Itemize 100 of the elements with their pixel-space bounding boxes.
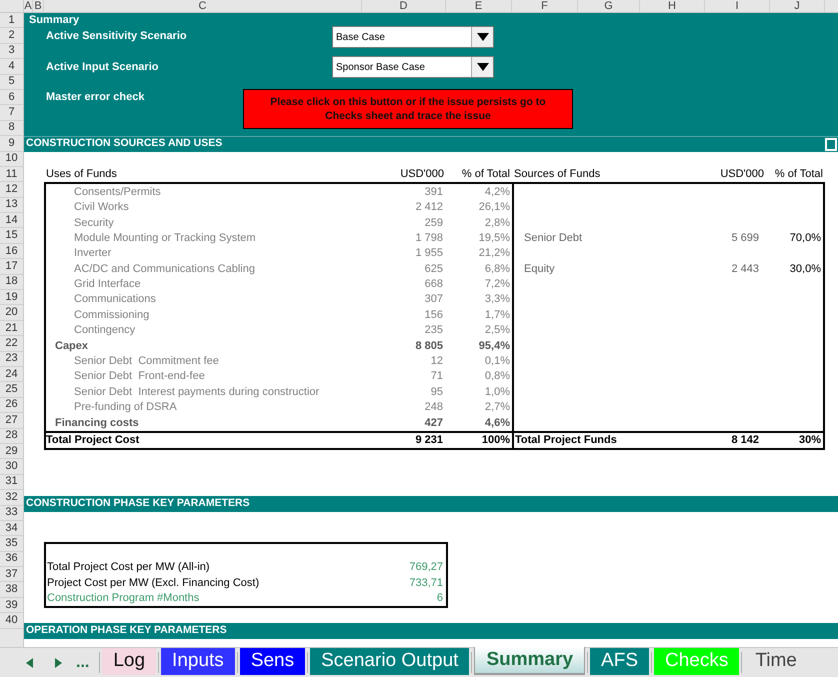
row-number[interactable]: 38 bbox=[0, 582, 23, 598]
row-label: Contingency bbox=[73, 323, 136, 338]
table-cell-text: 235 bbox=[424, 323, 444, 338]
row-number[interactable]: 6 bbox=[0, 90, 23, 106]
table-cell-text: 156 bbox=[424, 308, 444, 323]
table-cell-text: 2,8% bbox=[484, 216, 511, 231]
table-cell-text: 70,0% bbox=[788, 230, 822, 246]
column-header[interactable]: H bbox=[640, 0, 705, 12]
column-header[interactable]: A bbox=[24, 0, 33, 12]
row-number[interactable]: 13 bbox=[0, 198, 23, 214]
row-number[interactable]: 30 bbox=[0, 459, 23, 475]
sheet-tab[interactable]: Sens bbox=[240, 648, 306, 675]
section-title: OPERATION PHASE KEY PARAMETERS bbox=[25, 623, 227, 638]
row-number[interactable]: 20 bbox=[0, 305, 23, 321]
sheet-tab[interactable]: Scenario Output bbox=[310, 648, 470, 675]
row-label: Communications bbox=[73, 292, 157, 308]
scroll-right-icon[interactable] bbox=[55, 658, 62, 668]
column-header[interactable]: C bbox=[44, 0, 362, 12]
table-cell-text: 26,1% bbox=[478, 200, 511, 216]
more-sheets-button[interactable]: ... bbox=[76, 650, 90, 674]
column-header[interactable]: E bbox=[446, 0, 512, 12]
row-number[interactable]: 35 bbox=[0, 536, 23, 552]
row-number[interactable]: 33 bbox=[0, 506, 23, 521]
row-number[interactable]: 28 bbox=[0, 428, 23, 444]
scroll-left-icon[interactable] bbox=[26, 658, 33, 668]
column-header[interactable]: B bbox=[33, 0, 44, 12]
row-number[interactable]: 16 bbox=[0, 244, 23, 260]
table-cell-text: 1 955 bbox=[414, 246, 444, 262]
row-number[interactable]: 11 bbox=[0, 166, 23, 182]
sheet-tab[interactable]: Inputs bbox=[161, 648, 235, 675]
table-cell-text: 30,0% bbox=[788, 262, 822, 277]
column-header[interactable]: G bbox=[578, 0, 640, 12]
table-cell-text: 95 bbox=[430, 384, 444, 400]
table-cell-text: 100% bbox=[480, 433, 511, 448]
row-number[interactable]: 10 bbox=[0, 152, 23, 167]
row-number[interactable]: 2 bbox=[0, 28, 23, 44]
row-number[interactable]: 12 bbox=[0, 182, 23, 198]
row-number[interactable]: 17 bbox=[0, 259, 23, 275]
row-number[interactable]: 36 bbox=[0, 552, 23, 568]
column-heading: % of Total bbox=[774, 167, 823, 182]
sheet-tab[interactable]: Time bbox=[744, 648, 808, 675]
table-cell-text: 2 443 bbox=[730, 262, 760, 277]
row-number[interactable]: 37 bbox=[0, 567, 23, 582]
table-cell-text: 21,2% bbox=[478, 246, 511, 262]
table-cell-text: 3,3% bbox=[484, 292, 511, 308]
table-cell-text: 668 bbox=[424, 277, 444, 292]
column-header[interactable]: J bbox=[770, 0, 825, 12]
row-label: Pre-funding of DSRA bbox=[73, 400, 178, 416]
column-header[interactable]: D bbox=[362, 0, 446, 12]
row-number[interactable]: 18 bbox=[0, 274, 23, 290]
row-number[interactable]: 4 bbox=[0, 59, 23, 75]
sheet-tab[interactable]: Log bbox=[102, 648, 156, 675]
row-number[interactable]: 24 bbox=[0, 366, 23, 382]
row-number[interactable]: 1 bbox=[0, 13, 23, 28]
table-cell-text: 4,6% bbox=[484, 416, 511, 431]
row-number[interactable]: 27 bbox=[0, 413, 23, 429]
table-cell-text: 19,5% bbox=[478, 230, 511, 246]
row-number[interactable]: 32 bbox=[0, 490, 23, 506]
row-number[interactable]: 26 bbox=[0, 398, 23, 414]
row-number[interactable]: 19 bbox=[0, 290, 23, 306]
row-number[interactable]: 21 bbox=[0, 320, 23, 336]
sheet-tab[interactable]: AFS bbox=[590, 648, 649, 675]
column-heading: Uses of Funds bbox=[46, 168, 117, 180]
row-number[interactable]: 29 bbox=[0, 444, 23, 460]
row-label: Senior Debt Interest payments during constructior bbox=[73, 384, 320, 400]
table-cell-text: 427 bbox=[424, 416, 444, 431]
row-number[interactable]: 23 bbox=[0, 352, 23, 367]
section-title: CONSTRUCTION PHASE KEY PARAMETERS bbox=[25, 496, 250, 511]
sheet-tab[interactable]: Summary bbox=[474, 647, 586, 675]
row-label: Inverter bbox=[73, 246, 112, 262]
table-cell-text: 30% bbox=[798, 433, 822, 448]
row-number[interactable]: 9 bbox=[0, 136, 23, 152]
table-cell-text: 1 798 bbox=[414, 230, 444, 246]
row-number[interactable]: 8 bbox=[0, 120, 23, 136]
column-header[interactable]: F bbox=[512, 0, 578, 12]
row-number[interactable]: 5 bbox=[0, 74, 23, 90]
row-label: Senior Debt Front-end-fee bbox=[73, 369, 206, 384]
table-cell-text: 5 699 bbox=[730, 230, 760, 246]
row-number[interactable]: 31 bbox=[0, 474, 23, 490]
dropdown[interactable]: Sponsor Base Case bbox=[332, 56, 494, 78]
table-cell-text: 71 bbox=[430, 369, 444, 384]
table-cell-text: 2,5% bbox=[484, 323, 511, 338]
row-number[interactable]: 34 bbox=[0, 520, 23, 536]
row-number[interactable]: 7 bbox=[0, 105, 23, 121]
row-label: Grid Interface bbox=[73, 277, 142, 292]
dropdown[interactable]: Base Case bbox=[332, 26, 494, 48]
column-heading: % of Total bbox=[462, 167, 510, 182]
row-label: Capex bbox=[54, 338, 90, 354]
table-cell-text: 391 bbox=[424, 184, 444, 200]
row-number[interactable]: 14 bbox=[0, 213, 23, 228]
table-cell-text: 12 bbox=[430, 354, 444, 370]
row-number[interactable]: 40 bbox=[0, 613, 23, 629]
row-number[interactable]: 15 bbox=[0, 228, 23, 244]
row-number[interactable]: 3 bbox=[0, 44, 23, 60]
row-number[interactable]: 22 bbox=[0, 336, 23, 352]
row-label: Equity bbox=[523, 262, 556, 277]
row-number[interactable]: 39 bbox=[0, 598, 23, 614]
column-header[interactable]: I bbox=[705, 0, 770, 12]
error-check-button[interactable]: Please click on this button or if the issue persists go to Checks sheet and trace the issue bbox=[243, 89, 573, 129]
row-number[interactable]: 25 bbox=[0, 382, 23, 398]
